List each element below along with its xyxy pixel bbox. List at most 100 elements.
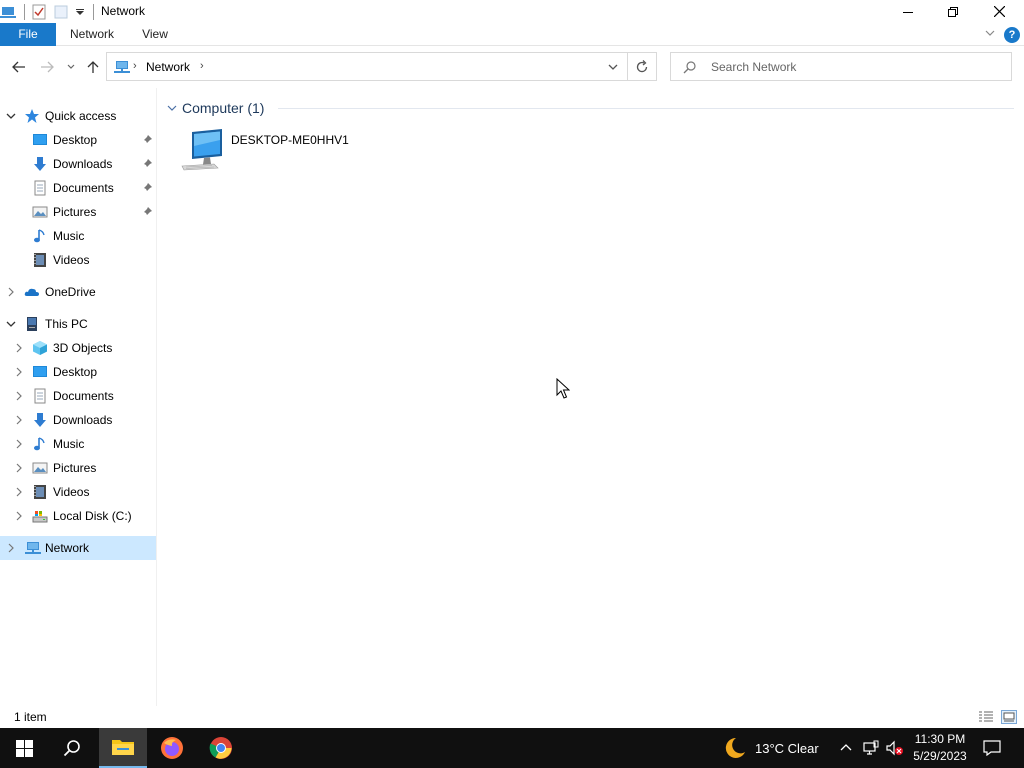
search-button[interactable]: [48, 728, 96, 768]
document-icon: [32, 388, 48, 404]
minimize-button[interactable]: [885, 0, 931, 23]
up-button[interactable]: [83, 58, 103, 76]
nav-pc-downloads[interactable]: Downloads: [0, 408, 156, 432]
volume-muted-icon[interactable]: [886, 740, 903, 756]
nav-label: Videos: [53, 253, 90, 267]
tab-network[interactable]: Network: [60, 23, 124, 46]
nav-quick-downloads[interactable]: Downloads: [0, 152, 156, 176]
collapsed-chevron-icon[interactable]: [14, 511, 24, 521]
nav-this-pc[interactable]: This PC: [0, 312, 156, 336]
details-view-button[interactable]: [978, 710, 994, 724]
collapsed-chevron-icon[interactable]: [14, 343, 24, 353]
nav-label: This PC: [45, 317, 88, 331]
back-arrow-icon: [12, 61, 25, 73]
start-button[interactable]: [0, 728, 48, 768]
restore-button[interactable]: [930, 0, 976, 23]
toolbar-separator: [24, 4, 25, 20]
nav-quick-access[interactable]: Quick access: [0, 104, 156, 128]
expanded-chevron-icon[interactable]: [6, 111, 16, 121]
expand-ribbon-button[interactable]: [984, 27, 998, 41]
large-icons-view-icon: [1003, 712, 1015, 722]
recent-locations-button[interactable]: [62, 58, 80, 76]
pane-divider[interactable]: [156, 88, 157, 706]
computer-icon: [178, 126, 226, 174]
tab-view[interactable]: View: [132, 23, 178, 46]
expanded-chevron-icon[interactable]: [6, 319, 16, 329]
address-bar[interactable]: › Network ›: [106, 52, 657, 81]
collapsed-chevron-icon[interactable]: [6, 287, 16, 297]
nav-quick-documents[interactable]: Documents: [0, 176, 156, 200]
file-explorer-taskbar-button[interactable]: [99, 728, 147, 768]
network-computer-item[interactable]: DESKTOP-ME0HHV1: [178, 126, 378, 176]
nav-quick-desktop[interactable]: Desktop: [0, 128, 156, 152]
nav-label: OneDrive: [45, 285, 96, 299]
mouse-cursor: [556, 377, 571, 400]
chrome-icon: [209, 737, 232, 759]
collapsed-chevron-icon[interactable]: [14, 487, 24, 497]
nav-label: Network: [45, 541, 90, 555]
address-dropdown-button[interactable]: [606, 60, 620, 74]
refresh-button[interactable]: [634, 59, 650, 75]
nav-pc-documents[interactable]: Documents: [0, 384, 156, 408]
nav-label: Local Disk (C:): [53, 509, 132, 523]
collapsed-chevron-icon[interactable]: [14, 415, 24, 425]
nav-pc-pictures[interactable]: Pictures: [0, 456, 156, 480]
nav-label: Pictures: [53, 205, 97, 219]
nav-label: Desktop: [53, 365, 98, 379]
close-icon: [993, 6, 1005, 17]
search-input[interactable]: Search Network: [711, 60, 796, 74]
back-button[interactable]: [9, 58, 29, 76]
nav-quick-pictures[interactable]: Pictures: [0, 200, 156, 224]
clock-date[interactable]: 5/29/2023: [908, 749, 972, 763]
nav-quick-music[interactable]: Music: [0, 224, 156, 248]
nav-onedrive[interactable]: OneDrive: [0, 280, 156, 304]
address-divider: [627, 53, 628, 80]
breadcrumb-chevron[interactable]: ›: [200, 60, 204, 72]
collapsed-chevron-icon[interactable]: [14, 463, 24, 473]
pin-icon: [141, 158, 153, 170]
clock-time[interactable]: 11:30 PM: [908, 732, 972, 746]
download-icon: [32, 412, 48, 428]
pictures-icon: [32, 460, 48, 476]
nav-network[interactable]: Network: [0, 536, 156, 560]
search-box[interactable]: Search Network: [670, 52, 1012, 81]
large-icons-view-button[interactable]: [1001, 710, 1017, 724]
nav-pc-local-disk[interactable]: Local Disk (C:): [0, 504, 156, 528]
chevron-down-icon[interactable]: [166, 102, 178, 114]
new-folder-icon[interactable]: [53, 4, 69, 20]
taskbar: 13°C Clear 11:30 PM 5/29/2023: [0, 728, 1024, 768]
download-icon: [32, 156, 48, 172]
properties-icon[interactable]: [31, 4, 47, 20]
videos-icon: [32, 252, 48, 268]
forward-arrow-icon: [41, 61, 54, 73]
network-tray-icon[interactable]: [862, 740, 879, 756]
title-bar: Network: [0, 0, 1024, 23]
search-icon: [63, 740, 80, 757]
close-button[interactable]: [976, 0, 1022, 23]
tab-file[interactable]: File: [0, 23, 56, 46]
nav-quick-videos[interactable]: Videos: [0, 248, 156, 272]
breadcrumb-network[interactable]: Network: [146, 60, 190, 74]
forward-button[interactable]: [37, 58, 57, 76]
help-button[interactable]: ?: [1004, 27, 1020, 43]
notification-center-button[interactable]: [983, 740, 1001, 757]
cube-icon: [32, 340, 48, 356]
chrome-taskbar-button[interactable]: [197, 728, 245, 768]
nav-pc-3d-objects[interactable]: 3D Objects: [0, 336, 156, 360]
nav-pc-videos[interactable]: Videos: [0, 480, 156, 504]
collapsed-chevron-icon[interactable]: [6, 543, 16, 553]
collapsed-chevron-icon[interactable]: [14, 391, 24, 401]
collapsed-chevron-icon[interactable]: [14, 439, 24, 449]
collapsed-chevron-icon[interactable]: [14, 367, 24, 377]
customize-toolbar-chevron-icon[interactable]: [75, 4, 85, 20]
firefox-taskbar-button[interactable]: [148, 728, 196, 768]
search-icon: [683, 60, 697, 74]
nav-pc-desktop[interactable]: Desktop: [0, 360, 156, 384]
weather-text[interactable]: 13°C Clear: [755, 741, 819, 756]
show-hidden-icons-button[interactable]: [838, 740, 854, 756]
moon-icon[interactable]: [722, 737, 746, 759]
breadcrumb-chevron[interactable]: ›: [133, 60, 137, 72]
nav-pc-music[interactable]: Music: [0, 432, 156, 456]
group-header-computer[interactable]: Computer (1): [166, 98, 264, 118]
nav-label: Downloads: [53, 157, 113, 171]
